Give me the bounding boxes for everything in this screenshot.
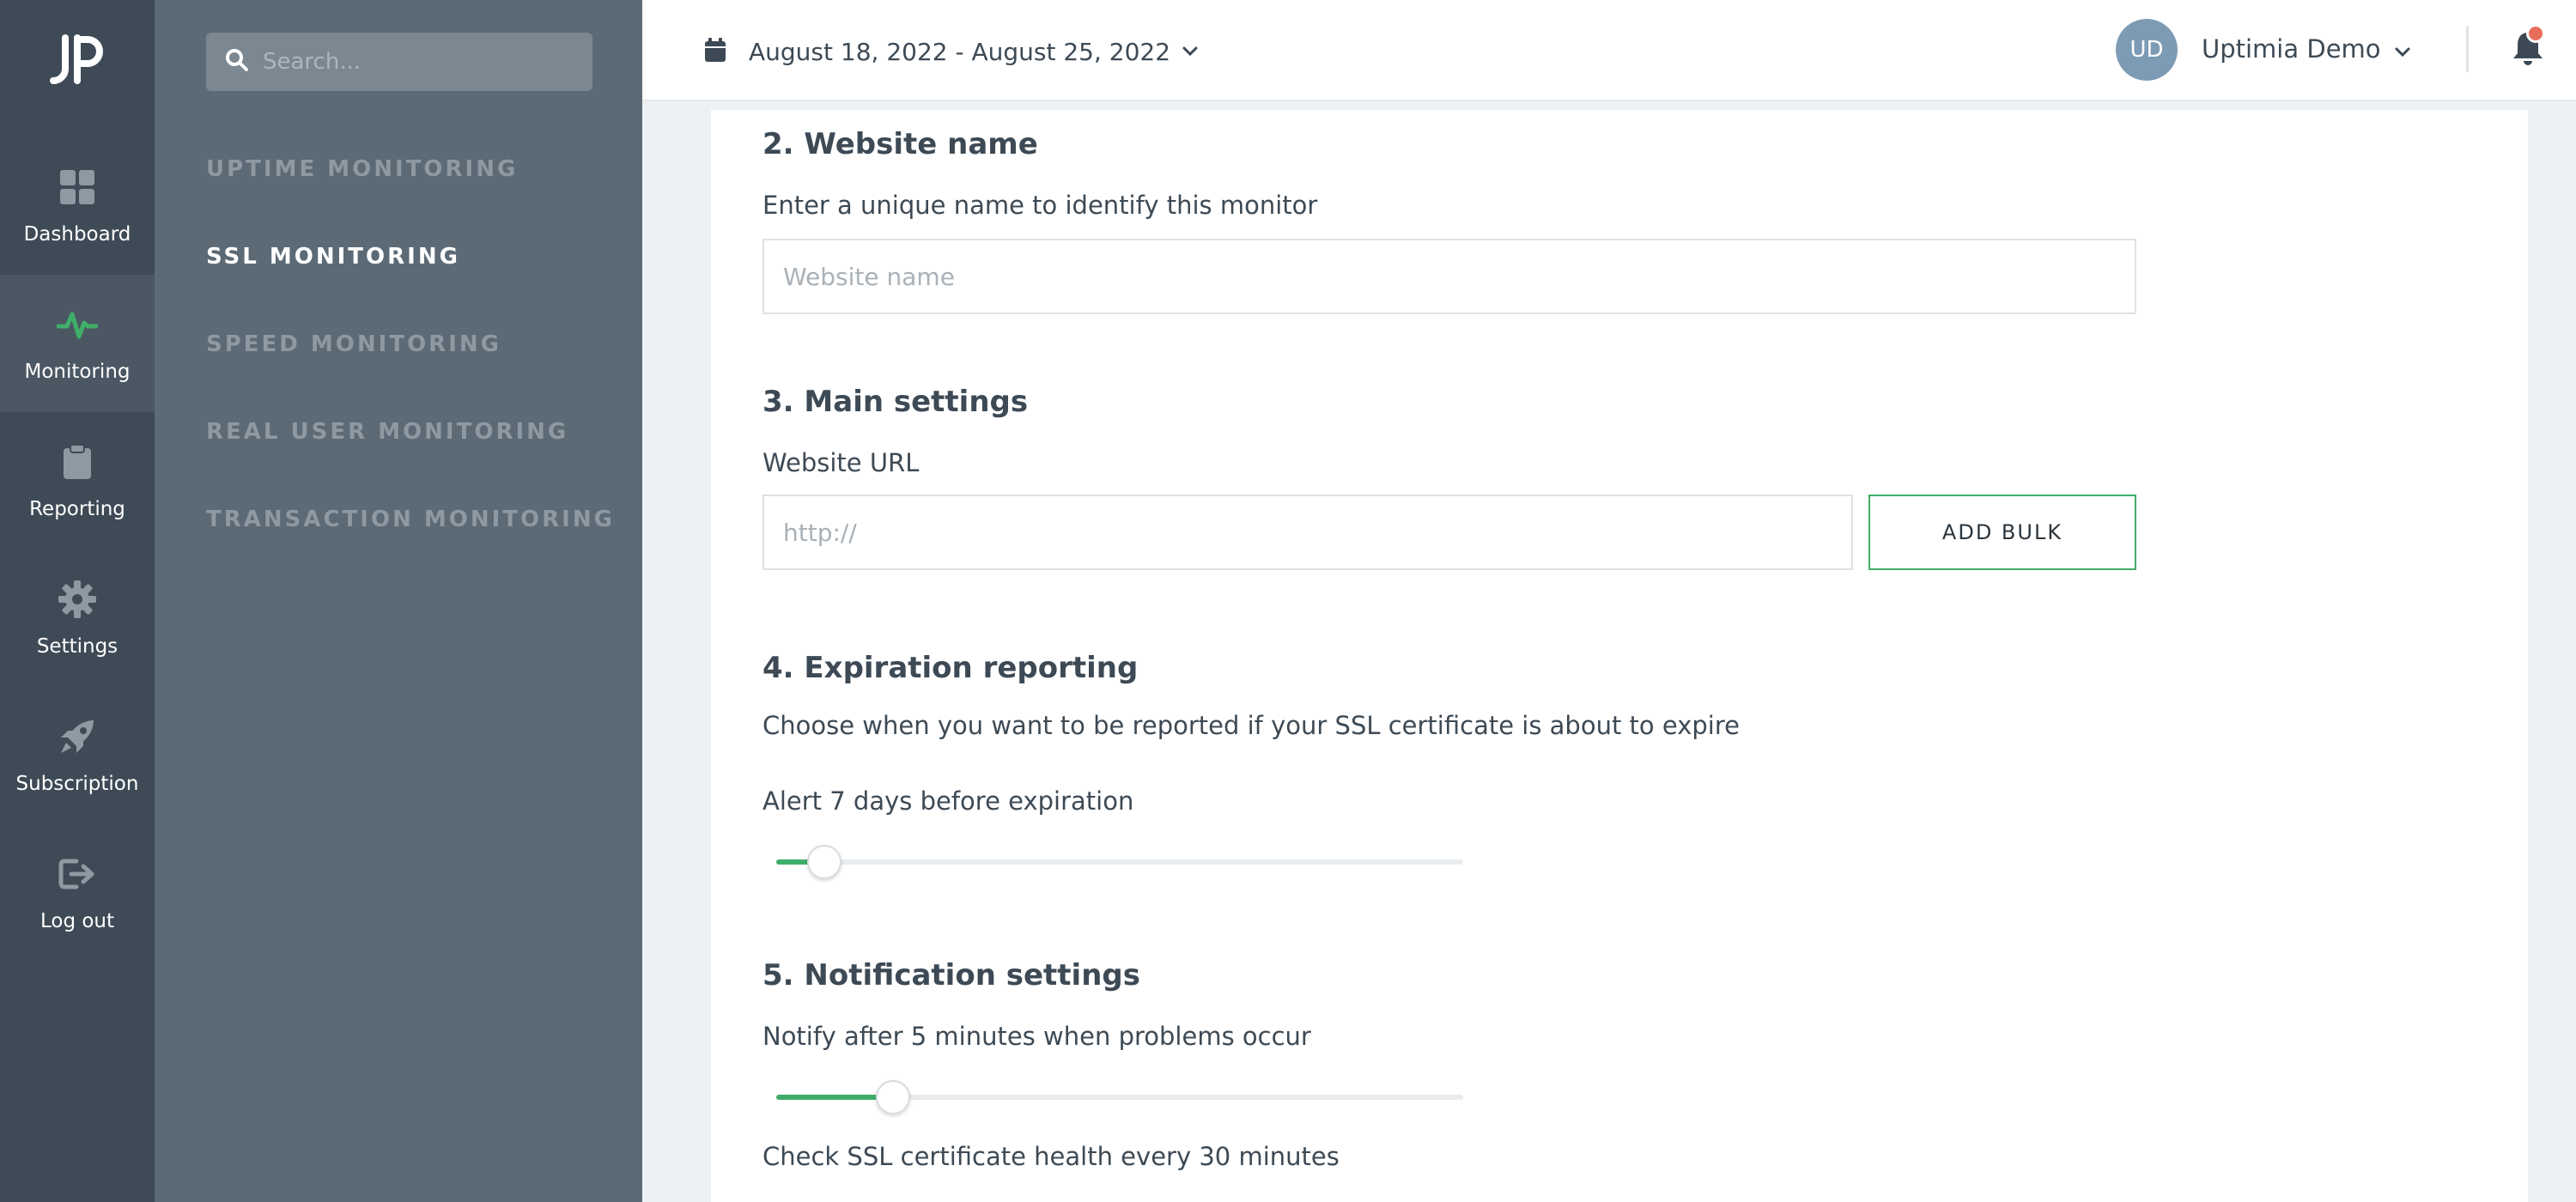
website-url-input[interactable]: http://: [762, 495, 1853, 570]
nav-subscription-label: Subscription: [15, 773, 139, 795]
section-website-name-title: 2. Website name: [762, 127, 1038, 161]
subnav-transaction-monitoring[interactable]: TRANSACTION MONITORING: [206, 507, 615, 532]
monitoring-subnav: Search... UPTIME MONITORING SSL MONITORI…: [155, 0, 642, 1202]
nav-subscription[interactable]: Subscription: [0, 687, 155, 824]
website-url-label: Website URL: [762, 448, 920, 477]
nav-reporting-label: Reporting: [29, 498, 125, 520]
nav-dashboard-label: Dashboard: [23, 223, 131, 246]
slider-track: [776, 859, 1463, 865]
date-range-text: August 18, 2022 - August 25, 2022: [749, 37, 1171, 66]
dashboard-icon: [57, 167, 98, 208]
rocket-icon: [57, 716, 98, 757]
website-url-placeholder: http://: [783, 518, 857, 547]
ssl-monitor-form: 2. Website name Enter a unique name to i…: [711, 110, 2528, 1202]
clipboard-icon: [57, 441, 98, 483]
notify-after-label: Notify after 5 minutes when problems occ…: [762, 1022, 1311, 1051]
nav-dashboard[interactable]: Dashboard: [0, 137, 155, 275]
search-placeholder: Search...: [263, 49, 361, 75]
nav-logout-label: Log out: [39, 910, 115, 932]
section-notification-title: 5. Notification settings: [762, 958, 1140, 993]
add-bulk-button[interactable]: ADD BULK: [1868, 495, 2136, 570]
calendar-icon: [704, 37, 726, 66]
expiration-alert-label: Alert 7 days before expiration: [762, 786, 1134, 816]
check-health-label: Check SSL certificate health every 30 mi…: [762, 1142, 1340, 1171]
top-header: August 18, 2022 - August 25, 2022 UD Upt…: [642, 0, 2576, 101]
notify-after-slider[interactable]: [776, 1080, 1463, 1114]
nav-reporting[interactable]: Reporting: [0, 412, 155, 549]
user-name: Uptimia Demo: [2202, 34, 2381, 64]
logout-icon: [57, 853, 98, 895]
avatar[interactable]: UD: [2116, 19, 2178, 81]
user-menu[interactable]: Uptimia Demo: [2202, 34, 2410, 64]
header-divider: [2466, 26, 2469, 72]
nav-settings-label: Settings: [36, 635, 118, 658]
section-expiration-title: 4. Expiration reporting: [762, 651, 1139, 685]
expiration-description: Choose when you want to be reported if y…: [762, 711, 1740, 740]
subnav-ssl-monitoring[interactable]: SSL MONITORING: [206, 244, 460, 270]
subnav-uptime-monitoring[interactable]: UPTIME MONITORING: [206, 156, 518, 182]
expiration-alert-slider[interactable]: [776, 845, 1463, 879]
website-name-description: Enter a unique name to identify this mon…: [762, 191, 1318, 220]
date-range-picker[interactable]: August 18, 2022 - August 25, 2022: [704, 34, 1198, 69]
nav-monitoring-label: Monitoring: [24, 361, 131, 383]
search-icon: [225, 48, 249, 76]
subnav-real-user-monitoring[interactable]: REAL USER MONITORING: [206, 419, 568, 445]
subnav-speed-monitoring[interactable]: SPEED MONITORING: [206, 331, 501, 357]
nav-monitoring[interactable]: Monitoring: [0, 275, 155, 412]
gear-icon: [57, 579, 98, 620]
slider-thumb[interactable]: [876, 1080, 910, 1114]
search-input[interactable]: Search...: [206, 33, 592, 91]
website-name-input[interactable]: Website name: [762, 239, 2136, 314]
website-name-placeholder: Website name: [783, 262, 955, 291]
nav-settings[interactable]: Settings: [0, 549, 155, 687]
icon-rail: Dashboard Monitoring Reporting Settings …: [0, 0, 155, 1202]
notification-dot: [2526, 24, 2545, 43]
section-main-settings-title: 3. Main settings: [762, 385, 1029, 419]
slider-thumb[interactable]: [807, 845, 841, 879]
chevron-down-icon: [1182, 44, 1198, 60]
pulse-icon: [57, 304, 98, 345]
uptimia-logo[interactable]: [0, 26, 155, 94]
nav-logout[interactable]: Log out: [0, 824, 155, 962]
chevron-down-icon: [2395, 34, 2410, 64]
